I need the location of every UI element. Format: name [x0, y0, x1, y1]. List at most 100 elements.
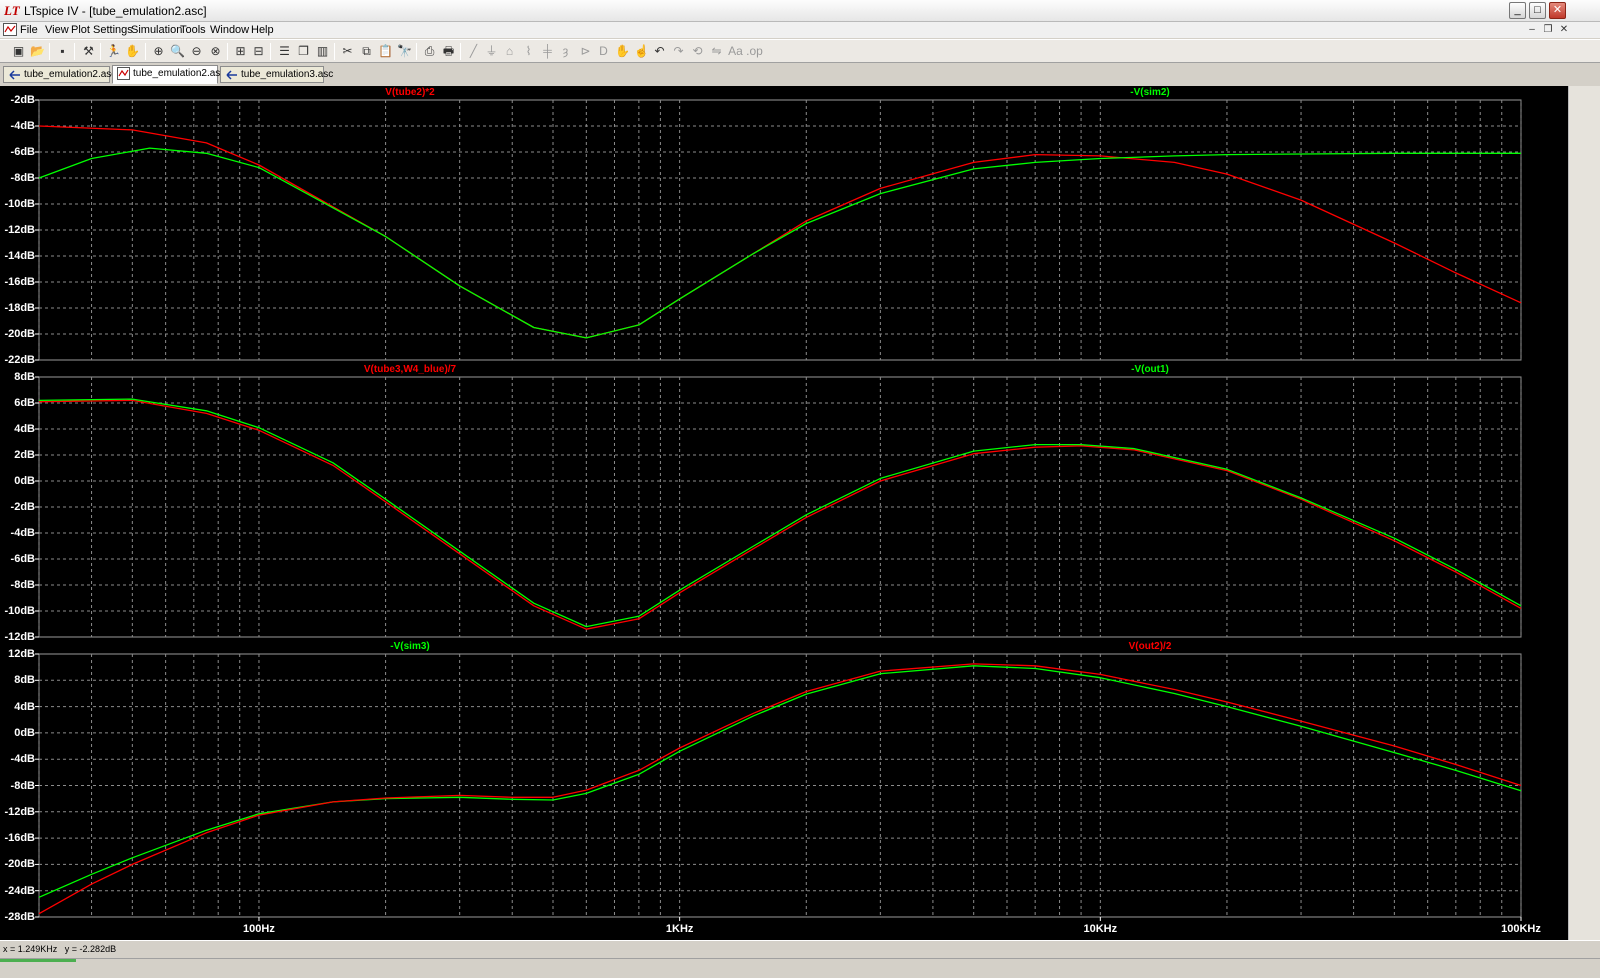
menu-simulation[interactable]: Simulation: [131, 23, 182, 37]
menu-tools[interactable]: Tools: [180, 23, 206, 37]
y-tick-label: -10dB: [4, 605, 35, 617]
find-icon[interactable]: 🔭: [396, 43, 413, 60]
schematic-doc-icon: [9, 70, 20, 80]
cascade-icon[interactable]: ❐: [295, 43, 312, 60]
trace-label[interactable]: -V(sim3): [390, 641, 429, 653]
menu-file[interactable]: File: [20, 23, 38, 37]
label-net-icon[interactable]: ⌂: [501, 43, 518, 60]
cut-icon[interactable]: ✂: [339, 43, 356, 60]
title-bar: LT LTspice IV - [tube_emulation2.asc] _ …: [0, 0, 1600, 22]
menu-window[interactable]: Window: [210, 23, 249, 37]
wire-icon[interactable]: ╱: [465, 43, 482, 60]
y-tick-label: 8dB: [14, 371, 35, 383]
y-tick-label: 2dB: [14, 449, 35, 461]
bottom-strip: [0, 958, 1600, 978]
maximize-button[interactable]: □: [1529, 2, 1546, 19]
y-tick-label: -2dB: [10, 501, 35, 513]
zoom-out-icon[interactable]: ⊖: [188, 43, 205, 60]
copy-icon[interactable]: ⧉: [358, 43, 375, 60]
zoom-pan-icon[interactable]: 🔍: [169, 43, 186, 60]
y-tick-label: -6dB: [10, 553, 35, 565]
toolbar-separator: [416, 43, 417, 60]
waveform-doc-icon[interactable]: [3, 23, 17, 36]
toolbar-separator: [334, 43, 335, 60]
waveform-viewer[interactable]: -2dB -4dB -6dB -8dB -10dB -12dB -14dB -16dB -18d…: [0, 86, 1568, 940]
paste-icon[interactable]: 📋: [377, 43, 394, 60]
run-icon[interactable]: 🏃: [105, 43, 122, 60]
redo-icon[interactable]: ↷: [670, 43, 687, 60]
mdi-minimize-button[interactable]: –: [1524, 23, 1540, 37]
tile-vertical-icon[interactable]: ▥: [314, 43, 331, 60]
y-tick-label: 6dB: [14, 397, 35, 409]
waveform-plot-canvas[interactable]: [0, 86, 1568, 940]
y-tick-label: -10dB: [4, 198, 35, 210]
save-icon[interactable]: ▪: [54, 43, 71, 60]
trace-label[interactable]: -V(out1): [1131, 364, 1169, 376]
resistor-icon[interactable]: ⌇: [520, 43, 537, 60]
open-icon[interactable]: 📂: [29, 43, 46, 60]
trace-label[interactable]: V(tube3,W4_blue)/7: [364, 364, 456, 376]
spice-directive-icon[interactable]: .op: [746, 43, 763, 60]
tile-horizontal-icon[interactable]: ☰: [276, 43, 293, 60]
tab-label: tube_emulation2.asc: [133, 68, 226, 79]
tab-tube-emulation2-schematic[interactable]: tube_emulation2.asc: [3, 66, 116, 83]
waveform-doc-icon: [117, 67, 130, 80]
rotate-icon[interactable]: ⟲: [689, 43, 706, 60]
diode-icon[interactable]: ⊳: [577, 43, 594, 60]
y-tick-label: -12dB: [4, 224, 35, 236]
mdi-restore-button[interactable]: ❐: [1540, 23, 1556, 37]
y-tick-label: 0dB: [14, 726, 35, 739]
toolbar-separator: [49, 43, 50, 60]
y-tick-label: -12dB: [4, 631, 35, 643]
vertical-scrollbar[interactable]: [1568, 86, 1600, 940]
close-button[interactable]: ✕: [1549, 2, 1566, 19]
zoom-in-icon[interactable]: ⊕: [150, 43, 167, 60]
y-tick-label: -16dB: [4, 832, 35, 845]
y-tick-label: -6dB: [10, 146, 35, 158]
y-tick-label: -14dB: [4, 250, 35, 262]
toolbar: ▣ 📂 ▪ ⚒ 🏃 ✋ ⊕ 🔍 ⊖ ⊗ ⊞ ⊟ ☰ ❐ ▥ ✂ ⧉ 📋 🔭 ⎙ …: [0, 39, 1600, 63]
new-schematic-icon[interactable]: ▣: [10, 43, 27, 60]
tab-tube-emulation2-waveform[interactable]: tube_emulation2.asc: [112, 65, 225, 84]
print-icon[interactable]: 🖶: [440, 43, 457, 60]
halt-icon[interactable]: ✋: [124, 43, 141, 60]
zoom-fit-icon[interactable]: ⊗: [207, 43, 224, 60]
trace-green: [38, 398, 1522, 628]
ltspice-logo-icon: LT: [4, 3, 20, 18]
trace-red: [38, 125, 1522, 339]
y-tick-label: -4dB: [10, 527, 35, 539]
y-tick-label: -4dB: [10, 120, 35, 132]
trace-label[interactable]: V(tube2)*2: [385, 87, 434, 99]
y-tick-label: 12dB: [8, 648, 35, 660]
menu-view[interactable]: View: [45, 23, 69, 37]
document-tabs: tube_emulation2.asc tube_emulation2.asc …: [0, 64, 1600, 85]
component-icon[interactable]: D: [595, 43, 612, 60]
mdi-close-button[interactable]: ✕: [1556, 23, 1572, 37]
y-tick-label: 0dB: [14, 475, 35, 487]
tab-label: tube_emulation3.asc: [241, 69, 334, 80]
inductor-icon[interactable]: ȝ: [557, 43, 574, 60]
mirror-icon[interactable]: ⇋: [708, 43, 725, 60]
trace-label[interactable]: V(out2)/2: [1129, 641, 1172, 653]
trace-label[interactable]: -V(sim2): [1130, 87, 1169, 99]
zoom-cancel-icon[interactable]: ⊟: [250, 43, 267, 60]
tab-label: tube_emulation2.asc: [24, 69, 117, 80]
x-tick-label: 100Hz: [243, 923, 275, 935]
toolbar-separator: [227, 43, 228, 60]
ground-icon[interactable]: ⏚: [483, 43, 500, 60]
control-panel-icon[interactable]: ⚒: [80, 43, 97, 60]
print-preview-icon[interactable]: ⎙: [421, 43, 438, 60]
menu-plot-settings[interactable]: Plot Settings: [71, 23, 133, 37]
drag-icon[interactable]: ☝: [633, 43, 650, 60]
undo-icon[interactable]: ↶: [651, 43, 668, 60]
autorange-icon[interactable]: ⊞: [232, 43, 249, 60]
capacitor-icon[interactable]: ╪: [539, 43, 556, 60]
x-tick-label: 1KHz: [665, 923, 694, 935]
y-tick-label: 4dB: [14, 423, 35, 435]
text-icon[interactable]: Aa: [727, 43, 744, 60]
trace-green: [38, 665, 1522, 898]
tab-tube-emulation3-schematic[interactable]: tube_emulation3.asc: [220, 66, 333, 83]
minimize-button[interactable]: _: [1509, 2, 1526, 19]
menu-help[interactable]: Help: [251, 23, 274, 37]
move-icon[interactable]: ✋: [614, 43, 631, 60]
